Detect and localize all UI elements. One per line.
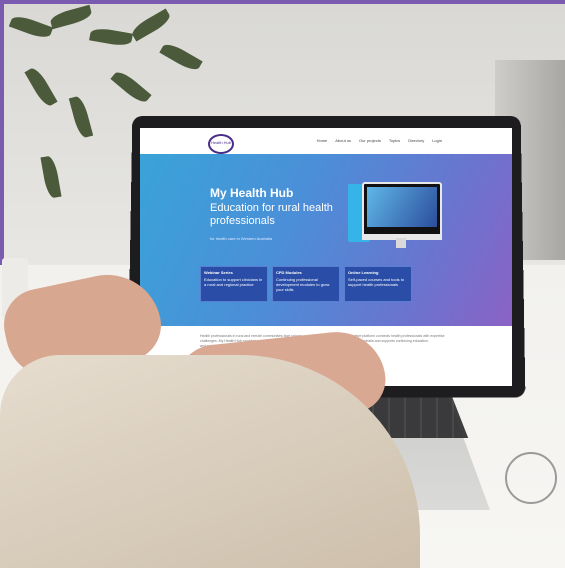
hero-computer-stand xyxy=(396,238,406,248)
accent-border-top xyxy=(0,0,565,4)
site-logo[interactable]: Health Hub xyxy=(208,134,234,154)
card-title: CPD Modules xyxy=(276,270,302,275)
photo-frame: Health Hub Home About us Our projects To… xyxy=(0,0,565,568)
feature-card-online[interactable]: Online Learning Self-paced courses and t… xyxy=(344,266,412,302)
nav-item-projects[interactable]: Our projects xyxy=(359,138,381,143)
hero-tagline: for health care in Western Australia xyxy=(210,236,273,241)
hero-title: My Health Hub xyxy=(210,186,294,200)
card-title: Webinar Series xyxy=(204,270,233,275)
plant-leaf xyxy=(68,94,94,140)
plant-leaf xyxy=(24,65,58,109)
nav-item-login[interactable]: Login xyxy=(432,138,442,143)
hero-subtitle: Education for rural health professionals xyxy=(210,202,333,227)
website-navbar: Health Hub Home About us Our projects To… xyxy=(140,128,512,154)
hero-computer-screen xyxy=(367,187,437,227)
plant-leaf xyxy=(48,4,94,30)
nav-item-about[interactable]: About us xyxy=(335,138,351,143)
feature-card-cpd[interactable]: CPD Modules Continuing professional deve… xyxy=(272,266,340,302)
plant-leaf xyxy=(8,13,54,41)
plant-leaf xyxy=(40,155,62,199)
nav-menu: Home About us Our projects Topics Direct… xyxy=(317,138,442,143)
plant-leaf xyxy=(159,40,203,74)
feature-card-webinar[interactable]: Webinar Series Education to support clin… xyxy=(200,266,268,302)
feature-cards: Webinar Series Education to support clin… xyxy=(200,266,412,302)
card-text: Continuing professional development modu… xyxy=(276,277,330,292)
nav-item-directory[interactable]: Directory xyxy=(408,138,424,143)
eyeglasses xyxy=(505,452,557,504)
plant-leaf xyxy=(110,68,152,106)
card-text: Education to support clinicians in a rur… xyxy=(204,277,263,287)
hero-computer-image xyxy=(362,182,442,238)
nav-item-topics[interactable]: Topics xyxy=(389,138,400,143)
plant-leaf xyxy=(129,8,173,42)
website-hero: My Health Hub Education for rural health… xyxy=(140,154,512,326)
nav-item-home[interactable]: Home xyxy=(317,138,328,143)
card-title: Online Learning xyxy=(348,270,379,275)
card-text: Self-paced courses and tools to support … xyxy=(348,277,405,287)
plant-leaf xyxy=(89,26,133,48)
